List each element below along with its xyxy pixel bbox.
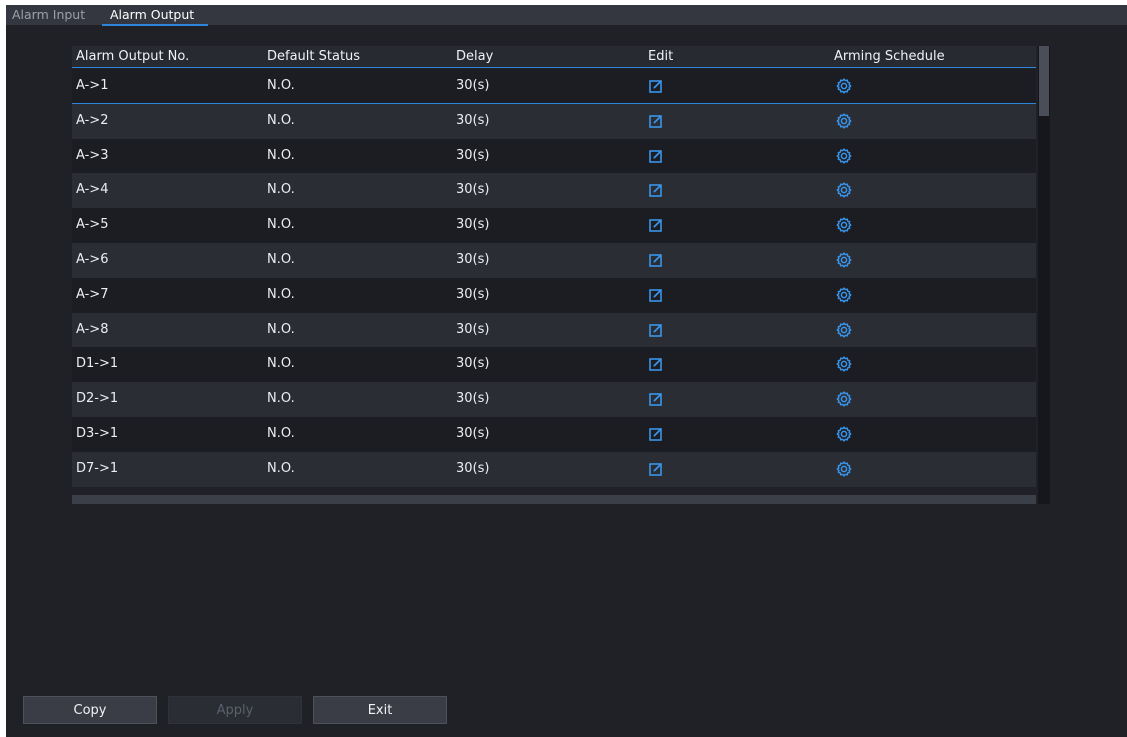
table-row[interactable]: A->7 N.O. 30(s) <box>72 277 1036 313</box>
delay-cell: 30(s) <box>456 182 490 198</box>
delay-cell: 30(s) <box>456 217 490 233</box>
delay-cell: 30(s) <box>456 425 490 441</box>
edit-icon[interactable] <box>648 426 664 442</box>
default-status-cell: N.O. <box>267 391 295 407</box>
alarm-output-no-cell: A->1 <box>76 78 109 93</box>
table-row[interactable]: A->2 N.O. 30(s) <box>72 103 1036 139</box>
alarm-output-table: Alarm Output No. Default Status Delay Ed… <box>72 46 1050 504</box>
tab-alarm-input[interactable]: Alarm Input <box>12 5 85 25</box>
column-header-arming-schedule[interactable]: Arming Schedule <box>834 46 945 68</box>
column-header-edit[interactable]: Edit <box>648 46 673 68</box>
edit-icon[interactable] <box>648 391 664 407</box>
alarm-output-no-cell: A->3 <box>76 147 109 163</box>
exit-button[interactable]: Exit <box>313 696 447 724</box>
table-row[interactable]: A->5 N.O. 30(s) <box>72 208 1036 243</box>
default-status-cell: N.O. <box>267 321 295 337</box>
delay-cell: 30(s) <box>456 251 490 267</box>
table-row[interactable]: A->8 N.O. 30(s) <box>72 312 1036 348</box>
alarm-output-no-cell: A->7 <box>76 286 109 302</box>
default-status-cell: N.O. <box>267 251 295 267</box>
tab-alarm-output[interactable]: Alarm Output <box>110 5 194 25</box>
alarm-output-no-cell: A->5 <box>76 217 109 233</box>
edit-icon[interactable] <box>648 287 664 303</box>
default-status-cell: N.O. <box>267 147 295 163</box>
edit-icon[interactable] <box>648 217 664 233</box>
edit-icon[interactable] <box>648 461 664 477</box>
alarm-output-no-cell: A->8 <box>76 321 109 337</box>
delay-cell: 30(s) <box>456 112 490 128</box>
alarm-output-no-cell: D2->1 <box>76 391 119 407</box>
table-row[interactable]: D1->1 N.O. 30(s) <box>72 347 1036 383</box>
edit-icon[interactable] <box>648 356 664 372</box>
horizontal-scrollbar[interactable] <box>72 495 1036 504</box>
delay-cell: 30(s) <box>456 321 490 337</box>
default-status-cell: N.O. <box>267 425 295 441</box>
gear-icon[interactable] <box>836 112 852 129</box>
gear-icon[interactable] <box>836 321 852 338</box>
active-tab-indicator <box>102 24 208 26</box>
edit-icon[interactable] <box>648 322 664 338</box>
gear-icon[interactable] <box>836 252 852 268</box>
delay-cell: 30(s) <box>456 356 490 372</box>
delay-cell: 30(s) <box>456 391 490 407</box>
column-header-alarm-output-no[interactable]: Alarm Output No. <box>76 46 189 68</box>
table-row[interactable]: D7->1 N.O. 30(s) <box>72 451 1036 487</box>
table-body: A->1 N.O. 30(s) A->2 N.O. 30(s) A->3 N.O. 30(s) A… <box>72 69 1036 487</box>
default-status-cell: N.O. <box>267 356 295 372</box>
gear-icon[interactable] <box>836 426 852 442</box>
default-status-cell: N.O. <box>267 460 295 476</box>
gear-icon[interactable] <box>836 78 852 94</box>
column-header-delay[interactable]: Delay <box>456 46 493 68</box>
default-status-cell: N.O. <box>267 217 295 233</box>
gear-icon[interactable] <box>836 182 852 199</box>
delay-cell: 30(s) <box>456 78 490 93</box>
alarm-output-no-cell: D3->1 <box>76 425 119 441</box>
alarm-output-no-cell: A->2 <box>76 112 109 128</box>
alarm-output-page: Alarm Input Alarm Output Alarm Output No… <box>6 5 1127 737</box>
copy-button[interactable]: Copy <box>23 696 157 724</box>
edit-icon[interactable] <box>648 78 664 94</box>
column-header-default-status[interactable]: Default Status <box>267 46 360 68</box>
gear-icon[interactable] <box>836 460 852 477</box>
table-row[interactable]: D2->1 N.O. 30(s) <box>72 382 1036 417</box>
gear-icon[interactable] <box>836 286 852 303</box>
gear-icon[interactable] <box>836 217 852 234</box>
table-row[interactable]: D3->1 N.O. 30(s) <box>72 416 1036 452</box>
table-row[interactable]: A->1 N.O. 30(s) <box>72 69 1036 104</box>
delay-cell: 30(s) <box>456 147 490 163</box>
table-row[interactable]: A->3 N.O. 30(s) <box>72 138 1036 174</box>
delay-cell: 30(s) <box>456 286 490 302</box>
default-status-cell: N.O. <box>267 286 295 302</box>
delay-cell: 30(s) <box>456 460 490 476</box>
alarm-output-no-cell: D7->1 <box>76 460 119 476</box>
edit-icon[interactable] <box>648 113 664 129</box>
table-row[interactable]: A->6 N.O. 30(s) <box>72 242 1036 278</box>
alarm-output-no-cell: D1->1 <box>76 356 119 372</box>
table-header: Alarm Output No. Default Status Delay Ed… <box>72 46 1036 68</box>
default-status-cell: N.O. <box>267 182 295 198</box>
apply-button[interactable]: Apply <box>168 696 302 724</box>
gear-icon[interactable] <box>836 147 852 164</box>
alarm-output-no-cell: A->4 <box>76 182 109 198</box>
edit-icon[interactable] <box>648 182 664 198</box>
table-row[interactable]: A->4 N.O. 30(s) <box>72 173 1036 209</box>
tab-bar: Alarm Input Alarm Output <box>6 5 1127 26</box>
gear-icon[interactable] <box>836 356 852 373</box>
edit-icon[interactable] <box>648 148 664 164</box>
default-status-cell: N.O. <box>267 112 295 128</box>
default-status-cell: N.O. <box>267 78 295 93</box>
vertical-scrollbar-thumb[interactable] <box>1039 46 1049 116</box>
alarm-output-no-cell: A->6 <box>76 251 109 267</box>
gear-icon[interactable] <box>836 391 852 408</box>
edit-icon[interactable] <box>648 252 664 268</box>
